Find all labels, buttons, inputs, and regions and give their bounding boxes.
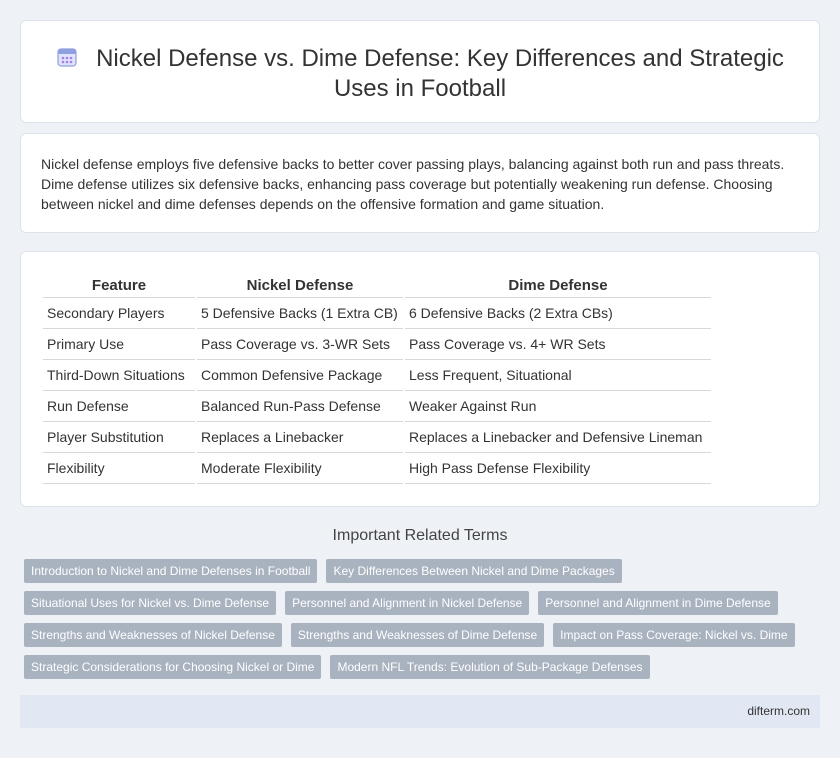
column-header-dime: Dime Defense (405, 274, 711, 298)
related-term-link[interactable]: Introduction to Nickel and Dime Defenses… (24, 559, 318, 583)
table-cell: Primary Use (43, 329, 195, 360)
summary-text: Nickel defense employs five defensive ba… (41, 156, 785, 212)
table-cell: Balanced Run-Pass Defense (197, 391, 403, 422)
calendar-icon (56, 46, 78, 68)
comparison-table-card: Feature Nickel Defense Dime Defense Seco… (20, 251, 820, 507)
table-cell: Secondary Players (43, 298, 195, 329)
table-cell: Less Frequent, Situational (405, 360, 711, 391)
table-cell: Flexibility (43, 453, 195, 484)
related-term-link[interactable]: Strengths and Weaknesses of Nickel Defen… (24, 623, 282, 647)
table-cell: Replaces a Linebacker and Defensive Line… (405, 422, 711, 453)
related-term-link[interactable]: Modern NFL Trends: Evolution of Sub-Pack… (330, 655, 650, 679)
page-title: Nickel Defense vs. Dime Defense: Key Dif… (21, 44, 819, 104)
tag-row: Situational Uses for Nickel vs. Dime Def… (24, 591, 824, 615)
related-term-link[interactable]: Personnel and Alignment in Dime Defense (538, 591, 778, 615)
related-terms-heading: Important Related Terms (332, 527, 508, 544)
table-row: Primary Use Pass Coverage vs. 3-WR Sets … (43, 329, 711, 360)
related-term-link[interactable]: Personnel and Alignment in Nickel Defens… (285, 591, 530, 615)
table-cell: Weaker Against Run (405, 391, 711, 422)
table-row: Third-Down Situations Common Defensive P… (43, 360, 711, 391)
footer: difterm.com (20, 695, 820, 728)
table-row: Run Defense Balanced Run-Pass Defense We… (43, 391, 711, 422)
title-line-1: Nickel Defense vs. Dime Defense: Key Dif… (96, 45, 784, 72)
table-cell: High Pass Defense Flexibility (405, 453, 711, 484)
related-term-link[interactable]: Situational Uses for Nickel vs. Dime Def… (24, 591, 277, 615)
title-line-2: Uses in Football (333, 75, 507, 102)
table-cell: Replaces a Linebacker (197, 422, 403, 453)
column-header-feature: Feature (43, 274, 195, 298)
related-term-link[interactable]: Strengths and Weaknesses of Dime Defense (290, 623, 545, 647)
table-cell: Common Defensive Package (197, 360, 403, 391)
related-terms-list: Introduction to Nickel and Dime Defenses… (24, 559, 824, 687)
related-term-link[interactable]: Strategic Considerations for Choosing Ni… (24, 655, 322, 679)
footer-site-name[interactable]: difterm.com (747, 704, 810, 718)
tag-row: Strategic Considerations for Choosing Ni… (24, 655, 824, 679)
table-cell: Player Substitution (43, 422, 195, 453)
table-row: Flexibility Moderate Flexibility High Pa… (43, 453, 711, 484)
column-header-nickel: Nickel Defense (197, 274, 403, 298)
table-cell: 5 Defensive Backs (1 Extra CB) (197, 298, 403, 329)
table-cell: Pass Coverage vs. 4+ WR Sets (405, 329, 711, 360)
table-cell: Third-Down Situations (43, 360, 195, 391)
table-cell: Moderate Flexibility (197, 453, 403, 484)
tag-row: Introduction to Nickel and Dime Defenses… (24, 559, 824, 583)
summary-card: Nickel defense employs five defensive ba… (20, 133, 820, 233)
tag-row: Strengths and Weaknesses of Nickel Defen… (24, 623, 824, 647)
table-row: Secondary Players 5 Defensive Backs (1 E… (43, 298, 711, 329)
table-cell: 6 Defensive Backs (2 Extra CBs) (405, 298, 711, 329)
related-term-link[interactable]: Impact on Pass Coverage: Nickel vs. Dime (553, 623, 795, 647)
table-row: Player Substitution Replaces a Linebacke… (43, 422, 711, 453)
table-cell: Pass Coverage vs. 3-WR Sets (197, 329, 403, 360)
title-card: Nickel Defense vs. Dime Defense: Key Dif… (20, 20, 820, 123)
table-header-row: Feature Nickel Defense Dime Defense (43, 274, 711, 298)
related-term-link[interactable]: Key Differences Between Nickel and Dime … (326, 559, 622, 583)
table-cell: Run Defense (43, 391, 195, 422)
comparison-table: Feature Nickel Defense Dime Defense Seco… (41, 274, 713, 484)
